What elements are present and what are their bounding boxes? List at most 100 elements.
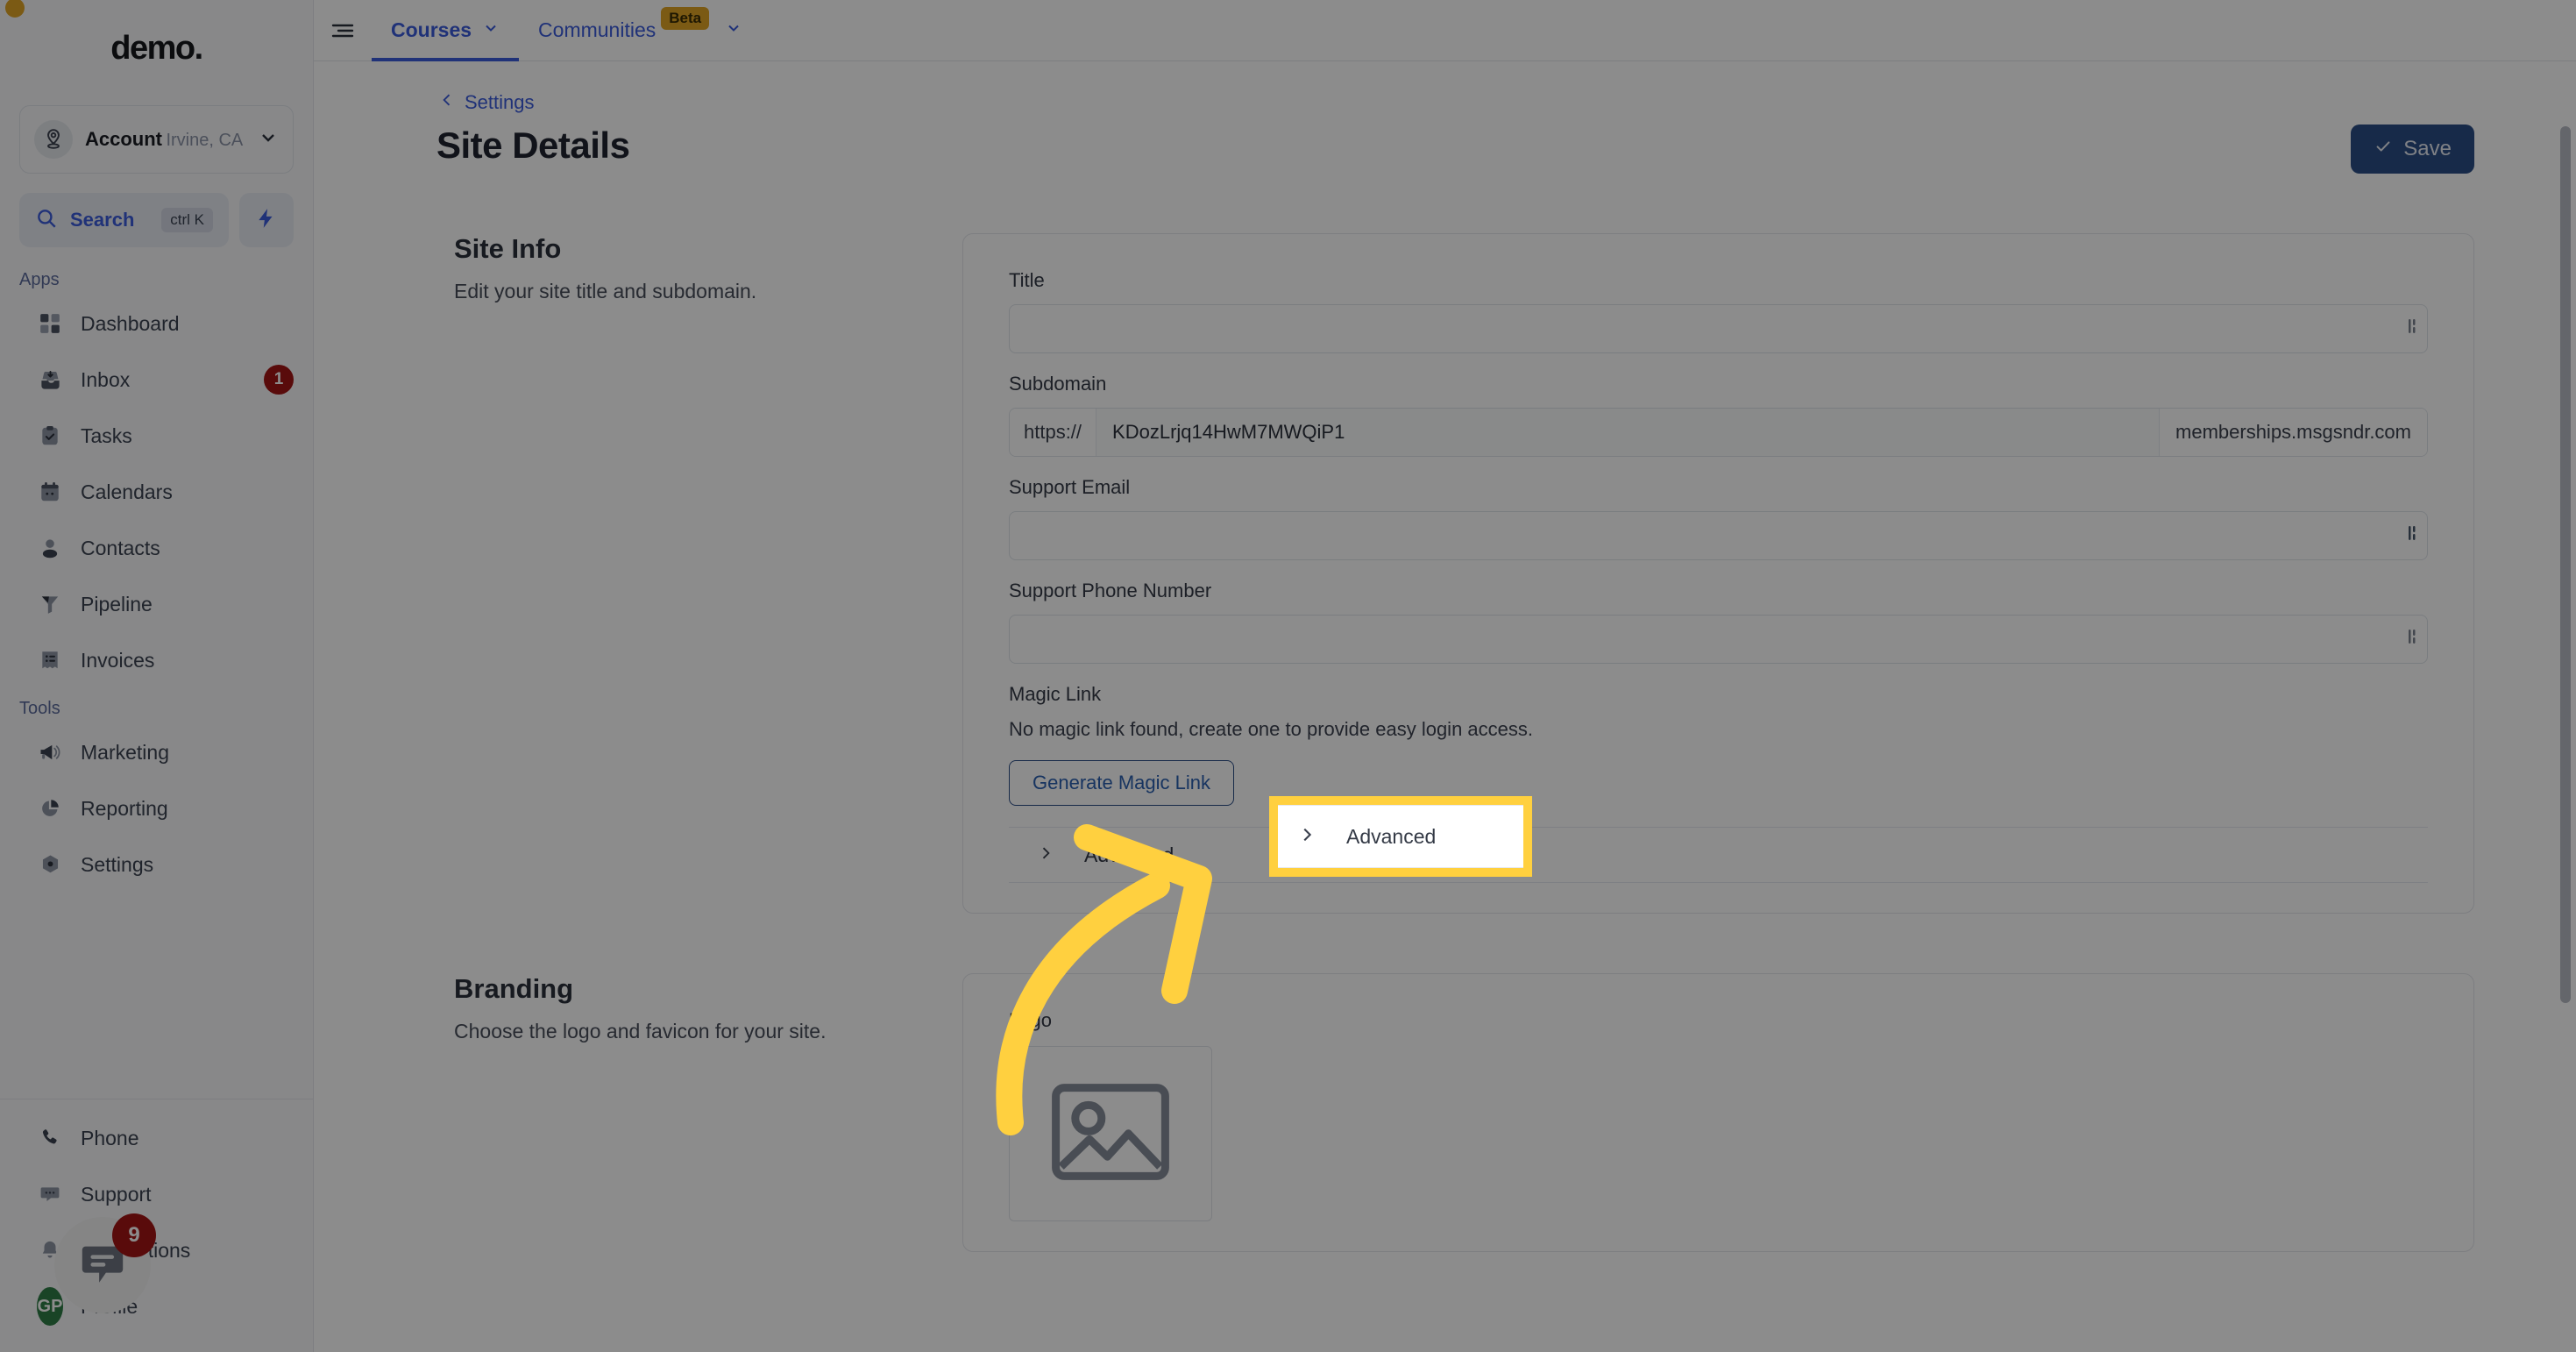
- support-phone-label: Support Phone Number: [1009, 580, 1212, 601]
- generate-magic-link-button[interactable]: Generate Magic Link: [1009, 760, 1234, 806]
- support-email-field-group: Support Email: [1009, 476, 2428, 560]
- resize-grip-icon[interactable]: [2408, 628, 2420, 651]
- avatar: GP: [37, 1287, 63, 1326]
- sidebar-item-label: Support: [81, 1182, 152, 1206]
- beta-badge: Beta: [661, 6, 710, 30]
- dashboard-grid-icon: [37, 310, 63, 337]
- sidebar-item-label: Calendars: [81, 480, 173, 503]
- sidebar-item-notifications[interactable]: Notifications: [0, 1222, 313, 1278]
- account-names: Account Irvine, CA: [85, 128, 245, 152]
- sidebar-item-marketing[interactable]: Marketing: [0, 724, 313, 780]
- tab-label: Communities: [538, 18, 656, 41]
- chevron-down-icon[interactable]: [482, 18, 500, 42]
- title-field-group: Title: [1009, 269, 2428, 353]
- subdomain-input-group[interactable]: https:// KDozLrjq14HwM7MWQiP1 membership…: [1009, 408, 2428, 457]
- funnel-icon: [37, 591, 63, 617]
- top-tab-bar: Courses Communities Beta: [314, 0, 2576, 61]
- save-label: Save: [2403, 137, 2452, 160]
- chevron-down-icon[interactable]: [725, 18, 742, 42]
- magic-link-group: Magic Link No magic link found, create o…: [1009, 683, 2428, 806]
- sidebar-item-invoices[interactable]: Invoices: [0, 632, 313, 688]
- sidebar-item-label: Tasks: [81, 423, 132, 447]
- sidebar-item-contacts[interactable]: Contacts: [0, 520, 313, 576]
- advanced-highlight-box[interactable]: Advanced: [1269, 796, 1532, 877]
- resize-grip-icon[interactable]: [2408, 524, 2420, 547]
- pie-chart-icon: [37, 795, 63, 822]
- tab-communities[interactable]: Communities Beta: [519, 0, 762, 60]
- clipboard-check-icon: [37, 423, 63, 449]
- sidebar-item-support[interactable]: Support: [0, 1166, 313, 1222]
- sidebar-item-label: Reporting: [81, 796, 168, 820]
- scrollbar-thumb[interactable]: [2560, 126, 2571, 1003]
- sidebar-item-label: Pipeline: [81, 592, 153, 616]
- logo-upload-area[interactable]: [1009, 1046, 1212, 1221]
- main-area: Courses Communities Beta Settings Site D…: [314, 0, 2576, 1352]
- chat-dots-icon: [37, 1181, 63, 1207]
- title-input[interactable]: [1009, 304, 2428, 353]
- support-email-input[interactable]: [1009, 511, 2428, 560]
- sidebar-item-settings[interactable]: Settings: [0, 836, 313, 893]
- breadcrumb[interactable]: Settings: [436, 79, 2474, 119]
- image-placeholder-icon: [1045, 1079, 1176, 1189]
- subdomain-label: Subdomain: [1009, 373, 1107, 395]
- brand-dot: .: [194, 29, 204, 67]
- subdomain-suffix: memberships.msgsndr.com: [2159, 409, 2427, 456]
- phone-icon: [37, 1125, 63, 1151]
- sidebar-item-dashboard[interactable]: Dashboard: [0, 295, 313, 352]
- tab-label: Courses: [391, 18, 472, 41]
- page-content: Settings Site Details Save Site Info Edi…: [314, 61, 2576, 1352]
- sidebar-item-calendars[interactable]: Calendars: [0, 464, 313, 520]
- advanced-accordion-row[interactable]: Advanced: [1009, 828, 2428, 882]
- site-info-card: Title Subdomain https:// KDozLrjq14HwM7M…: [962, 233, 2474, 914]
- quick-action-button[interactable]: [239, 193, 294, 247]
- advanced-accordion[interactable]: Advanced: [1009, 827, 2428, 883]
- sidebar-item-pipeline[interactable]: Pipeline: [0, 576, 313, 632]
- sidebar-item-label: Inbox: [81, 367, 131, 391]
- chevron-right-icon: [1037, 843, 1054, 867]
- gear-hexagon-icon: [37, 851, 63, 878]
- sidebar-item-label: Marketing: [81, 740, 169, 764]
- inbox-badge: 1: [264, 365, 294, 395]
- invoice-list-icon: [37, 647, 63, 673]
- app-root: demo. Account Irvine, CA Search ctrl K A…: [0, 0, 2576, 1352]
- subdomain-input[interactable]: KDozLrjq14HwM7MWQiP1: [1096, 409, 2160, 456]
- sidebar-item-label: Invoices: [81, 648, 155, 672]
- search-label: Search: [70, 209, 135, 231]
- chevron-down-icon[interactable]: [258, 127, 279, 153]
- hamburger-menu-icon[interactable]: [314, 0, 372, 60]
- magic-link-description: No magic link found, create one to provi…: [1009, 718, 1533, 740]
- sidebar-item-inbox[interactable]: Inbox 1: [0, 352, 313, 408]
- subdomain-prefix: https://: [1010, 409, 1097, 456]
- site-info-left: Site Info Edit your site title and subdo…: [436, 233, 927, 914]
- account-name: Account: [85, 127, 162, 150]
- advanced-label: Advanced: [1084, 843, 1174, 866]
- sidebar-item-tasks[interactable]: Tasks: [0, 408, 313, 464]
- chevron-right-icon: [1297, 825, 1316, 849]
- sidebar-item-profile[interactable]: GP Profile: [0, 1278, 313, 1334]
- support-phone-input[interactable]: [1009, 615, 2428, 664]
- save-button[interactable]: Save: [2351, 125, 2474, 174]
- search-input[interactable]: Search ctrl K: [19, 193, 229, 247]
- sidebar-item-phone[interactable]: Phone: [0, 1110, 313, 1166]
- chevron-left-icon: [438, 91, 456, 114]
- sidebar-item-label: Settings: [81, 852, 154, 876]
- account-selector[interactable]: Account Irvine, CA: [19, 105, 294, 174]
- resize-grip-icon[interactable]: [2408, 317, 2420, 340]
- vertical-scrollbar[interactable]: [2558, 126, 2572, 1348]
- chat-badge: 9: [112, 1213, 156, 1257]
- brand-logo[interactable]: demo.: [0, 0, 313, 96]
- tab-courses[interactable]: Courses: [372, 0, 520, 61]
- search-icon: [35, 207, 58, 234]
- subdomain-field-group: Subdomain https:// KDozLrjq14HwM7MWQiP1 …: [1009, 373, 2428, 457]
- sidebar-item-reporting[interactable]: Reporting: [0, 780, 313, 836]
- support-email-label: Support Email: [1009, 476, 1131, 498]
- title-label: Title: [1009, 269, 1045, 291]
- magic-link-label: Magic Link: [1009, 683, 1102, 705]
- sidebar-bottom-nav: Phone Support Notifications GP Profile: [0, 1099, 313, 1352]
- account-location: Irvine, CA: [166, 130, 244, 150]
- lightning-bolt-icon: [255, 205, 278, 236]
- page-title: Site Details: [436, 125, 630, 166]
- advanced-accordion-highlighted[interactable]: Advanced: [1278, 805, 1523, 868]
- chat-launcher-button[interactable]: 9: [54, 1213, 156, 1313]
- branding-card: Logo: [962, 973, 2474, 1252]
